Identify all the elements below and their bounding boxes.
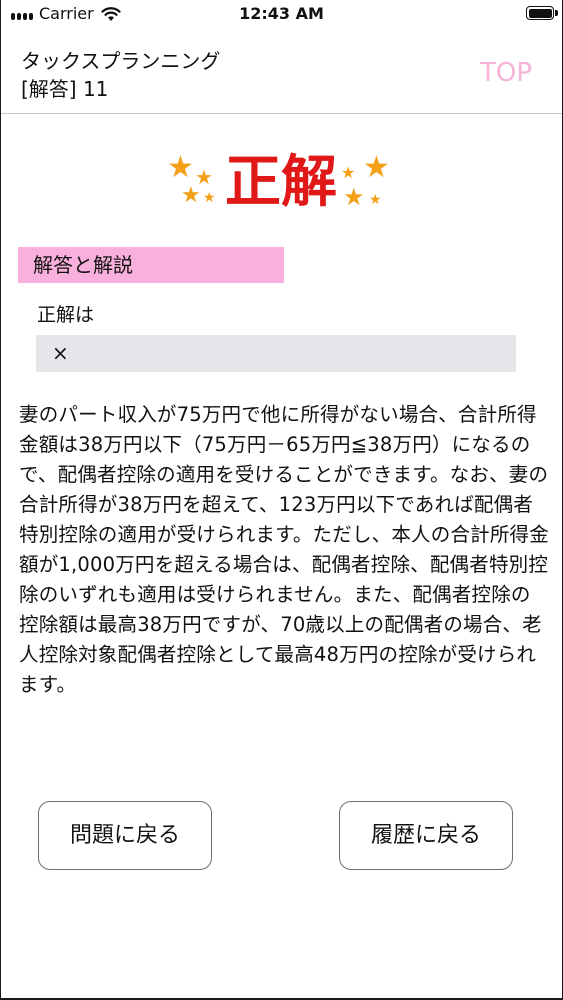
- star-icon: ★: [181, 183, 201, 208]
- correct-banner: ★ ★ ★ ★ 正解 ★ ★ ★ ★: [161, 145, 401, 225]
- battery-cap: [555, 10, 558, 16]
- answer-value: ×: [36, 335, 516, 372]
- star-icon: ★: [363, 150, 390, 185]
- star-icon: ★: [369, 192, 382, 208]
- battery-level: [528, 8, 552, 18]
- app-screen: Carrier 12:43 AM タックスプランニング [解答] 11 TOP …: [0, 0, 563, 1000]
- correct-label: 正解: [225, 149, 337, 215]
- question-id: [解答] 11: [21, 77, 109, 101]
- status-bar: Carrier 12:43 AM: [1, 0, 562, 28]
- star-icon: ★: [341, 163, 356, 182]
- star-icon: ★: [167, 150, 194, 185]
- back-to-history-button[interactable]: 履歴に戻る: [339, 801, 513, 870]
- answer-label: 正解は: [37, 304, 95, 326]
- star-icon: ★: [203, 190, 216, 206]
- top-link[interactable]: TOP: [480, 58, 532, 88]
- section-heading: 解答と解説: [18, 247, 284, 283]
- star-icon: ★: [343, 183, 365, 211]
- nav-header: タックスプランニング [解答] 11 TOP: [1, 28, 562, 114]
- back-to-question-button[interactable]: 問題に戻る: [38, 801, 212, 870]
- battery-icon: [526, 6, 554, 20]
- status-time: 12:43 AM: [239, 4, 324, 23]
- app-title: タックスプランニング: [21, 49, 221, 73]
- explanation-text: 妻のパート収入が75万円で他に所得がない場合、合計所得金額は38万円以下（75万…: [19, 403, 549, 696]
